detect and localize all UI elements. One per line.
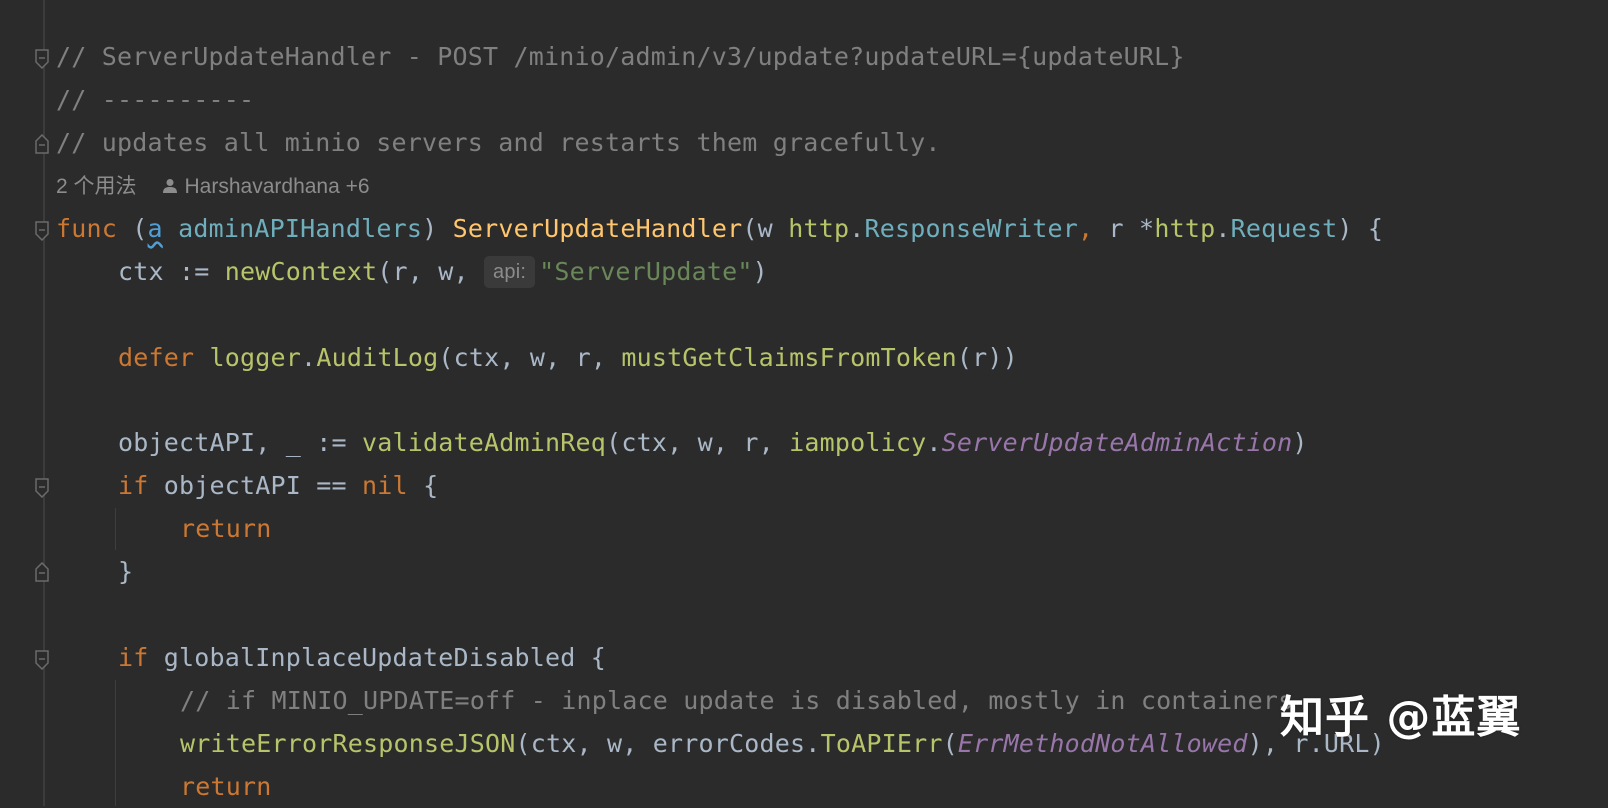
code-line-defer: defer logger.AuditLog(ctx, w, r, mustGet… xyxy=(118,343,1018,372)
indent-guide xyxy=(115,680,116,806)
code-line-comment: // ServerUpdateHandler - POST /minio/adm… xyxy=(56,42,1185,71)
code-line-close-brace: } xyxy=(118,557,134,586)
code-line-validate: objectAPI, _ := validateAdminReq(ctx, w,… xyxy=(118,428,1308,457)
zhihu-watermark: 知乎 @蓝翼 xyxy=(1280,692,1522,743)
code-line-comment: // if MINIO_UPDATE=off - inplace update … xyxy=(180,686,1294,715)
authors-hint[interactable]: Harshavardhana +6 xyxy=(162,170,370,204)
fold-start-icon[interactable] xyxy=(35,49,49,69)
usages-count[interactable]: 2 个用法 xyxy=(56,175,137,198)
code-vision-hints: 2 个用法 Harshavardhana +6 xyxy=(56,170,370,204)
code-line-comment: // updates all minio servers and restart… xyxy=(56,128,941,157)
code-line-func-signature: func (a adminAPIHandlers) ServerUpdateHa… xyxy=(56,214,1384,243)
indent-guide xyxy=(115,508,116,550)
code-line-if-nil: if objectAPI == nil { xyxy=(118,471,439,500)
code-line-comment: // ---------- xyxy=(56,85,255,114)
fold-start-icon[interactable] xyxy=(35,478,49,498)
editor-gutter xyxy=(43,0,45,806)
authors-label: Harshavardhana +6 xyxy=(184,175,370,198)
fold-end-icon[interactable] xyxy=(35,562,49,582)
fold-end-icon[interactable] xyxy=(35,134,49,154)
code-line-ctx: ctx := newContext(r, w, api: "ServerUpdat… xyxy=(118,256,768,288)
inlay-hint-api: api: xyxy=(484,256,536,288)
code-line-return: return xyxy=(180,772,272,801)
code-line-if-disabled: if globalInplaceUpdateDisabled { xyxy=(118,643,607,672)
fold-start-icon[interactable] xyxy=(35,221,49,241)
code-line-return: return xyxy=(180,514,272,543)
fold-start-icon[interactable] xyxy=(35,650,49,670)
person-icon xyxy=(162,179,177,193)
code-line-write-error: writeErrorResponseJSON(ctx, w, errorCode… xyxy=(180,729,1385,758)
